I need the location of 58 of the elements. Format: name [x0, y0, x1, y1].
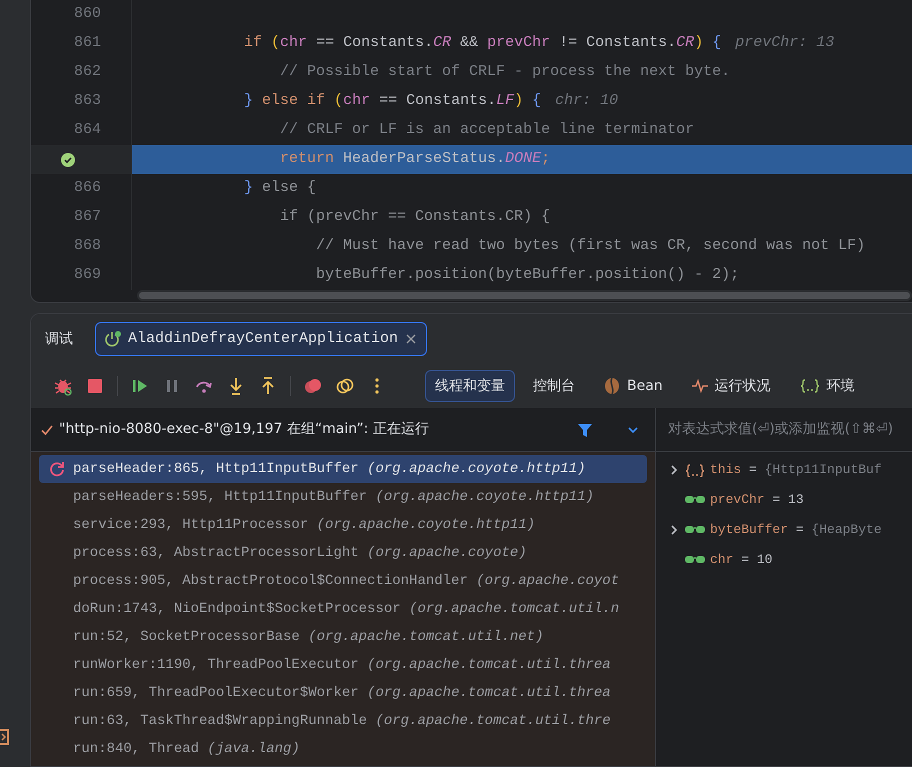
line-number: 864 — [74, 120, 101, 140]
mute-breakpoints-icon[interactable] — [335, 376, 355, 396]
line-number: 869 — [74, 265, 101, 286]
variable-entry[interactable]: chr = 10 — [710, 550, 772, 570]
stop-icon[interactable] — [85, 376, 105, 396]
breakpoints-icon[interactable] — [303, 376, 323, 396]
code-line: // Must have read two bytes (first was CR, second was not LF) — [315, 236, 866, 256]
code-line: return HeaderParseStatus.DONE; — [279, 149, 550, 170]
line-number: 860 — [74, 4, 101, 24]
stack-frame[interactable]: process:63, AbstractProcessorLight (org.apache.coyote) — [39, 539, 647, 567]
panel-tab[interactable]: 线程和变量 — [425, 370, 515, 402]
stack-frame[interactable]: run:52, SocketProcessorBase (org.apache.tomcat.util.net) — [39, 623, 647, 651]
panel-tab[interactable]: 运行状况 — [680, 370, 781, 402]
session-tab[interactable]: AladdinDefrayCenterApplication — [95, 322, 428, 356]
inline-value-hint: prevChr: 13 — [735, 33, 834, 54]
pulse-icon — [690, 377, 709, 395]
line-number: 866 — [74, 178, 101, 198]
code-line: // Possible start of CRLF - process the next byte. — [279, 62, 730, 82]
code-line: if (chr == Constants.CR && prevChr != Constants.CR) { — [243, 33, 722, 54]
panel-icon[interactable] — [0, 728, 10, 746]
refresh-icon — [49, 461, 65, 477]
stack-frame[interactable]: run:63, TaskThread$WrappingRunnable (org.apache.tomcat.util.thre — [39, 707, 647, 735]
variable-entry[interactable]: prevChr = 13 — [710, 490, 804, 510]
stack-frame[interactable]: parseHeader:865, Http11InputBuffer (org.apache.coyote.http11) — [39, 455, 647, 483]
code-line: if (prevChr == Constants.CR) { — [279, 207, 550, 228]
stack-frame[interactable]: run:659, ThreadPoolExecutor$Worker (org.apache.tomcat.util.threa — [39, 679, 647, 707]
code-line: byteBuffer.position(byteBuffer.position() - 2); — [315, 265, 740, 286]
panel-title: 调试 — [45, 330, 73, 348]
panel-tab[interactable]: Bean — [593, 370, 673, 402]
stack-frame[interactable]: doRun:1743, NioEndpoint$SocketProcessor (org.apache.tomcat.util.n — [39, 595, 647, 623]
line-number: 863 — [74, 91, 101, 112]
check-icon — [41, 424, 53, 436]
braces-icon — [798, 377, 821, 395]
close-icon[interactable] — [404, 332, 418, 346]
breakpoint-check-icon — [61, 152, 75, 166]
stack-frame[interactable]: service:293, Http11Processor (org.apache.coyote.http11) — [39, 511, 647, 539]
thread-status: "http-nio-8080-exec-8"@19,197 在组“main”: 正在运行 — [59, 420, 429, 439]
code-line: } else if (chr == Constants.LF) { — [243, 91, 542, 112]
stack-frame[interactable]: run:840, Thread (java.lang) — [39, 735, 647, 763]
bean-icon — [603, 377, 621, 395]
object-braces-icon — [684, 463, 706, 477]
inline-value-hint: chr: 10 — [555, 91, 618, 112]
panel-tab[interactable]: 环境 — [788, 370, 865, 402]
filter-icon[interactable] — [577, 422, 593, 438]
variable-entry[interactable]: byteBuffer = {HeapByte — [710, 520, 882, 540]
stack-frame[interactable]: parseHeaders:595, Http11InputBuffer (org.apache.coyote.http11) — [39, 483, 647, 511]
line-number: 861 — [74, 33, 101, 54]
line-number: 862 — [74, 62, 101, 82]
code-line: // CRLF or LF is an acceptable line terminator — [279, 120, 694, 140]
code-line: } else { — [243, 178, 316, 198]
stack-frame[interactable]: runWorker:1190, ThreadPoolExecutor (org.apache.tomcat.util.threa — [39, 651, 647, 679]
panel-tab[interactable]: 控制台 — [523, 370, 585, 402]
stack-frame[interactable]: process:905, AbstractProtocol$ConnectionHandler (org.apache.coyot — [39, 567, 647, 595]
line-number: 868 — [74, 236, 101, 256]
variable-entry[interactable]: this = {Http11InputBuf — [710, 460, 882, 480]
horizontal-scrollbar[interactable] — [137, 290, 912, 301]
power-icon — [104, 330, 122, 348]
line-number: 867 — [74, 207, 101, 228]
